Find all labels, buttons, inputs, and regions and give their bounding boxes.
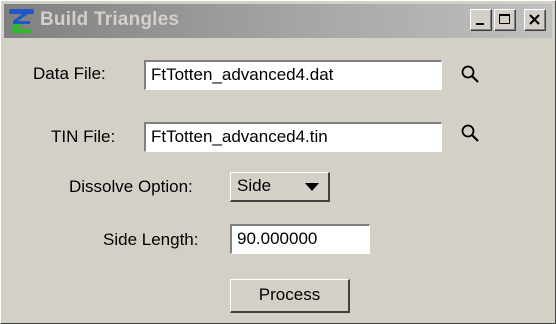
maximize-button[interactable] [494, 9, 516, 31]
dissolve-option-value: Side [237, 176, 272, 195]
dissolve-option-label: Dissolve Option: [69, 177, 193, 196]
tin-file-label: TIN File: [51, 127, 116, 146]
dialog-body: Data File: FtTotten_advanced4.dat TIN Fi… [4, 41, 552, 321]
data-file-label: Data File: [33, 64, 106, 83]
build-triangles-window: Build Triangles Data File: FtTotten_adva… [0, 0, 556, 324]
process-button[interactable]: Process [230, 279, 350, 313]
data-file-input[interactable]: FtTotten_advanced4.dat [144, 60, 442, 90]
maximize-icon [499, 14, 510, 24]
chevron-down-icon [305, 183, 319, 191]
side-length-label: Side Length: [103, 230, 199, 249]
minimize-button[interactable] [470, 9, 492, 31]
bentley-b-icon [8, 7, 36, 35]
title-bar[interactable]: Build Triangles [4, 4, 552, 38]
close-icon [529, 14, 540, 25]
tin-file-browse-button[interactable] [459, 122, 483, 146]
minimize-icon [476, 23, 484, 25]
side-length-input[interactable]: 90.000000 [230, 224, 370, 254]
search-icon [461, 65, 479, 83]
close-button[interactable] [524, 9, 546, 31]
dissolve-option-select[interactable]: Side [230, 172, 330, 202]
window-title: Build Triangles [40, 9, 180, 30]
data-file-browse-button[interactable] [459, 63, 483, 87]
search-icon [461, 124, 479, 142]
tin-file-input[interactable]: FtTotten_advanced4.tin [144, 122, 442, 152]
